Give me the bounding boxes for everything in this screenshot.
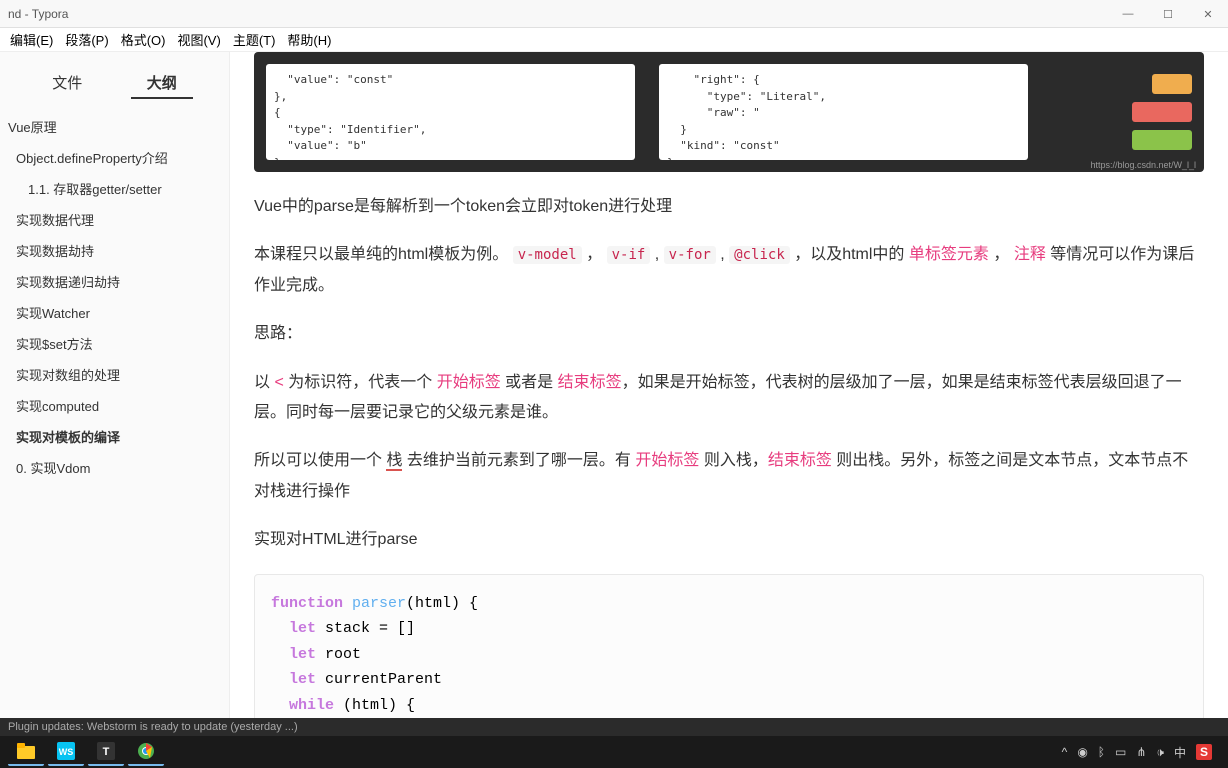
hl-start-tag-2: 开始标签: [635, 452, 699, 469]
code-vmodel: v-model: [513, 246, 582, 264]
hl-comment: 注释: [1014, 246, 1046, 263]
outline-item-9[interactable]: 实现computed: [0, 390, 229, 421]
task-webstorm-icon[interactable]: WS: [48, 738, 84, 766]
close-button[interactable]: ✕: [1188, 0, 1228, 28]
task-explorer-icon[interactable]: [8, 738, 44, 766]
outline-item-3[interactable]: 实现数据代理: [0, 204, 229, 235]
code-block[interactable]: function parser(html) { let stack = [] l…: [254, 574, 1204, 736]
embedded-image: "value": "const" }, { "type": "Identifie…: [254, 52, 1204, 172]
outline-item-5[interactable]: 实现数据递归劫持: [0, 266, 229, 297]
outline-item-6[interactable]: 实现Watcher: [0, 297, 229, 328]
tray-battery-icon[interactable]: ▭: [1115, 745, 1126, 759]
menu-edit[interactable]: 编辑(E): [4, 28, 59, 51]
titlebar: nd - Typora ― ☐ ✕: [0, 0, 1228, 28]
tray-volume-icon[interactable]: 🕩: [1156, 745, 1164, 760]
image-code-panel-1: "value": "const" }, { "type": "Identifie…: [266, 64, 635, 160]
chip-orange: [1152, 74, 1192, 94]
svg-text:T: T: [103, 746, 110, 758]
tray-bluetooth-icon[interactable]: ᛒ: [1098, 745, 1105, 759]
image-code-panel-2: "right": { "type": "Literal", "raw": " }…: [659, 64, 1028, 160]
sidebar-tab-file[interactable]: 文件: [36, 68, 98, 99]
content-area[interactable]: "value": "const" }, { "type": "Identifie…: [230, 52, 1228, 736]
underline-stack: 栈: [386, 452, 402, 471]
menu-help[interactable]: 帮助(H): [281, 28, 337, 51]
paragraph-5: 所以可以使用一个 栈 去维护当前元素到了哪一层。有 开始标签 则入栈，结束标签 …: [254, 446, 1204, 507]
menu-view[interactable]: 视图(V): [171, 28, 226, 51]
tray-sogou-icon[interactable]: S: [1196, 744, 1212, 760]
minimize-button[interactable]: ―: [1108, 0, 1148, 28]
image-watermark: https://blog.csdn.net/W_l_l: [1090, 160, 1196, 170]
image-chips: [1052, 64, 1192, 160]
outline-item-0[interactable]: Vue原理: [0, 111, 229, 142]
tray-wifi-icon[interactable]: ⋔: [1136, 745, 1146, 759]
task-chrome-icon[interactable]: [128, 738, 164, 766]
outline-item-10[interactable]: 实现对模板的编译: [0, 421, 229, 452]
outline-item-8[interactable]: 实现对数组的处理: [0, 359, 229, 390]
outline-item-2[interactable]: 1.1. 存取器getter/setter: [0, 173, 229, 204]
window-title: nd - Typora: [8, 7, 68, 21]
hl-lt: <: [274, 374, 283, 391]
code-vif: v-if: [607, 246, 651, 264]
chip-red: [1132, 102, 1192, 122]
sidebar-tab-outline[interactable]: 大纲: [131, 68, 193, 99]
svg-text:WS: WS: [59, 747, 74, 757]
hl-end-tag-1: 结束标签: [558, 374, 622, 391]
outline-item-7[interactable]: 实现$set方法: [0, 328, 229, 359]
hl-end-tag-2: 结束标签: [768, 452, 832, 469]
tray-up-icon[interactable]: ^: [1062, 745, 1068, 759]
tray-obs-icon[interactable]: ◉: [1077, 745, 1087, 759]
maximize-button[interactable]: ☐: [1148, 0, 1188, 28]
hl-start-tag-1: 开始标签: [437, 374, 501, 391]
code-click: @click: [729, 246, 790, 264]
outline-item-11[interactable]: 0. 实现Vdom: [0, 452, 229, 483]
paragraph-1: Vue中的parse是每解析到一个token会立即对token进行处理: [254, 192, 1204, 222]
code-vfor: v-for: [664, 246, 716, 264]
menu-theme[interactable]: 主题(T): [227, 28, 282, 51]
hl-single-tag: 单标签元素: [909, 246, 989, 263]
tray-ime[interactable]: 中: [1174, 744, 1186, 761]
task-typora-icon[interactable]: T: [88, 738, 124, 766]
outline-item-4[interactable]: 实现数据劫持: [0, 235, 229, 266]
sidebar: 文件 大纲 Vue原理Object.defineProperty介绍1.1. 存…: [0, 52, 230, 736]
paragraph-3: 思路：: [254, 319, 1204, 349]
chip-green: [1132, 130, 1192, 150]
menu-format[interactable]: 格式(O): [115, 28, 172, 51]
menu-paragraph[interactable]: 段落(P): [59, 28, 114, 51]
paragraph-4: 以 < 为标识符，代表一个 开始标签 或者是 结束标签，如果是开始标签，代表树的…: [254, 368, 1204, 429]
outline-list: Vue原理Object.defineProperty介绍1.1. 存取器gett…: [0, 111, 229, 483]
outline-item-1[interactable]: Object.defineProperty介绍: [0, 142, 229, 173]
taskbar: WS T ^ ◉ ᛒ ▭ ⋔ 🕩 中 S: [0, 736, 1228, 768]
system-tray: ^ ◉ ᛒ ▭ ⋔ 🕩 中 S: [1062, 744, 1222, 761]
paragraph-2: 本课程只以最单纯的html模板为例。 v-model ， v-if , v-fo…: [254, 240, 1204, 301]
ide-statusbar: Plugin updates: Webstorm is ready to upd…: [0, 718, 1228, 736]
menubar: 编辑(E) 段落(P) 格式(O) 视图(V) 主题(T) 帮助(H): [0, 28, 1228, 52]
paragraph-6: 实现对HTML进行parse: [254, 525, 1204, 555]
